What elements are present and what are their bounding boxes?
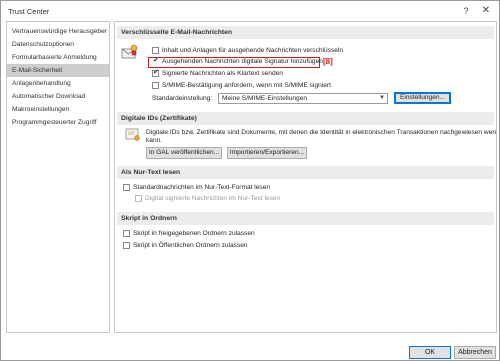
- section-header-plain-text: Als Nur-Text lesen: [117, 166, 494, 179]
- option-encrypt-row: Inhalt und Anlagen für ausgehende Nachri…: [152, 46, 452, 56]
- sidebar-item-email-security[interactable]: E-Mail-Sicherheit: [7, 64, 109, 77]
- option-read-signed-row: Digital signierte Nachrichten im Nur-Tex…: [135, 194, 435, 204]
- default-setting-value: Meine S/MIME-Einstellungen: [222, 95, 308, 102]
- title-bar: Trust Center ? ✕: [1, 1, 499, 21]
- option-cleartext-row: Signierte Nachrichten als Klartext sende…: [152, 68, 452, 79]
- read-plain-checkbox[interactable]: [123, 184, 130, 191]
- cleartext-label: Signierte Nachrichten als Klartext sende…: [162, 70, 283, 77]
- section-header-folder-script: Skript in Ordnern: [117, 212, 494, 225]
- sign-label: Ausgehenden Nachrichten digitale Signatu…: [162, 58, 323, 65]
- import-export-button[interactable]: Importieren/Exportieren...: [227, 147, 307, 159]
- public-script-checkbox[interactable]: [123, 242, 130, 249]
- cancel-button[interactable]: Abbrechen: [454, 346, 496, 359]
- sidebar-item-programmatic-access[interactable]: Programmgesteuerter Zugriff: [7, 116, 109, 129]
- option-public-script-row: Skript in Öffentlichen Ordnern zulassen: [123, 241, 423, 251]
- ok-button[interactable]: OK: [409, 346, 451, 359]
- sidebar-nav: Vertrauenswürdige Herausgeber Datenschut…: [6, 21, 110, 333]
- read-plain-label: Standardnachrichten im Nur-Text-Format l…: [133, 184, 271, 191]
- read-signed-label: Digital signierte Nachrichten im Nur-Tex…: [145, 195, 281, 202]
- sidebar-item-attachment-handling[interactable]: Anlagenbehandlung: [7, 77, 109, 90]
- option-receipt-row: S/MIME-Bestätigung anfordern, wenn mit S…: [152, 81, 452, 91]
- sidebar-item-form-sign-in[interactable]: Formularbasierte Anmeldung: [7, 51, 109, 64]
- encrypt-label: Inhalt und Anlagen für ausgehende Nachri…: [162, 47, 344, 54]
- read-signed-checkbox[interactable]: [135, 195, 142, 202]
- sidebar-item-macro-settings[interactable]: Makroeinstellungen: [7, 103, 109, 116]
- chevron-down-icon: ▼: [379, 95, 385, 101]
- sign-checkbox[interactable]: [152, 56, 159, 66]
- option-sign-row: Ausgehenden Nachrichten digitale Signatu…: [152, 56, 323, 67]
- default-setting-select[interactable]: Meine S/MIME-Einstellungen ▼: [218, 93, 388, 104]
- sidebar-item-automatic-download[interactable]: Automatischer Download: [7, 90, 109, 103]
- default-setting-label: Standardeinstellung:: [152, 95, 213, 102]
- certificate-icon: [125, 128, 140, 141]
- section-header-encrypted-email: Verschlüsselte E-Mail-Nachrichten: [117, 26, 494, 39]
- callout-label: [8]: [323, 57, 333, 66]
- option-shared-script-row: Skript in freigegebenen Ordnern zulassen: [123, 229, 423, 239]
- publish-gal-button[interactable]: In GAL veröffentlichen...: [146, 147, 222, 159]
- cleartext-checkbox[interactable]: [152, 68, 159, 78]
- envelope-lock-icon: [121, 44, 138, 59]
- window-title: Trust Center: [8, 7, 50, 16]
- digital-ids-description: Digitale IDs bzw. Zertifikate sind Dokum…: [146, 129, 497, 136]
- section-header-digital-ids: Digitale IDs (Zertifikate): [117, 112, 494, 125]
- receipt-checkbox[interactable]: [152, 82, 159, 89]
- shared-script-label: Skript in freigegebenen Ordnern zulassen: [133, 230, 255, 237]
- settings-button[interactable]: Einstellungen...: [394, 92, 451, 104]
- digital-ids-description-2: kann.: [146, 137, 163, 144]
- encrypt-checkbox[interactable]: [152, 47, 159, 54]
- shared-script-checkbox[interactable]: [123, 230, 130, 237]
- help-button[interactable]: ?: [457, 4, 475, 18]
- sidebar-item-privacy-options[interactable]: Datenschutzoptionen: [7, 38, 109, 51]
- public-script-label: Skript in Öffentlichen Ordnern zulassen: [133, 242, 248, 249]
- close-button[interactable]: ✕: [477, 4, 495, 18]
- trust-center-dialog: Trust Center ? ✕ Vertrauenswürdige Herau…: [0, 0, 500, 361]
- content-pane: Verschlüsselte E-Mail-Nachrichten Inhalt…: [114, 21, 497, 333]
- sidebar-item-trusted-publishers[interactable]: Vertrauenswürdige Herausgeber: [7, 25, 109, 38]
- option-read-plain-row: Standardnachrichten im Nur-Text-Format l…: [123, 183, 423, 193]
- receipt-label: S/MIME-Bestätigung anfordern, wenn mit S…: [162, 82, 331, 89]
